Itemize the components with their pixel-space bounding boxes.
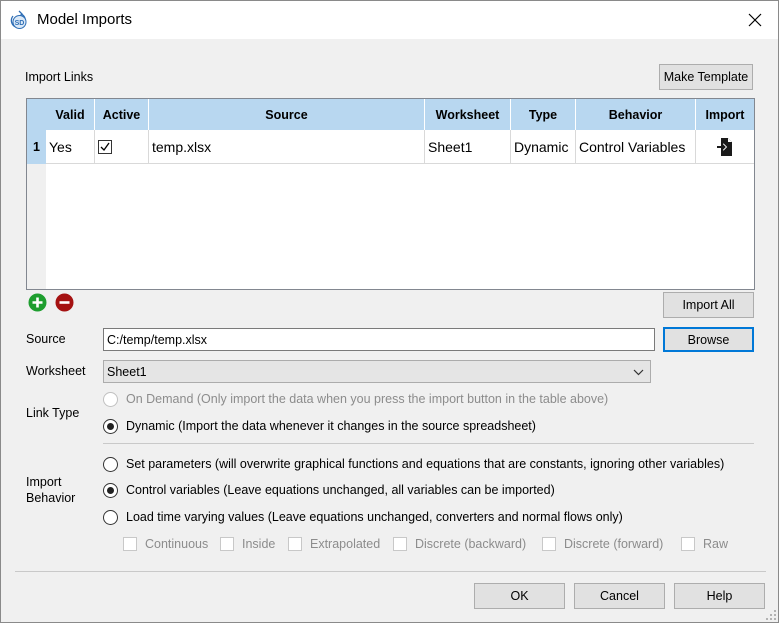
raw-label: Raw xyxy=(703,537,729,551)
extrapolated-checkbox[interactable] xyxy=(288,537,302,551)
column-header-type[interactable]: Type xyxy=(511,99,576,130)
footer-divider xyxy=(15,571,766,572)
cancel-button[interactable]: Cancel xyxy=(574,583,665,609)
source-label: Source xyxy=(26,332,66,346)
ok-button[interactable]: OK xyxy=(474,583,565,609)
help-button[interactable]: Help xyxy=(674,583,765,609)
cell-import[interactable] xyxy=(696,130,754,164)
window-title: Model Imports xyxy=(37,11,133,28)
make-template-button[interactable]: Make Template xyxy=(659,64,753,90)
column-header-behavior[interactable]: Behavior xyxy=(576,99,696,130)
cell-worksheet[interactable]: Sheet1 xyxy=(425,130,511,164)
section-divider xyxy=(103,443,754,444)
dynamic-label: Dynamic (Import the data whenever it cha… xyxy=(126,419,536,433)
add-icon[interactable] xyxy=(28,293,47,312)
import-links-table: Valid Active Source Worksheet Type Behav… xyxy=(26,98,755,290)
active-checkbox[interactable] xyxy=(98,140,112,154)
row-number[interactable]: 1 xyxy=(27,130,46,164)
discrete-forward-checkbox[interactable] xyxy=(542,537,556,551)
cell-valid[interactable]: Yes xyxy=(46,130,95,164)
column-header-source[interactable]: Source xyxy=(149,99,425,130)
app-icon: SD xyxy=(10,10,27,29)
table-row[interactable]: 1 Yes temp.xlsx Sheet1 Dynamic Control V… xyxy=(27,130,754,164)
column-header-active[interactable]: Active xyxy=(95,99,149,130)
svg-text:SD: SD xyxy=(15,20,25,27)
column-header-valid[interactable]: Valid xyxy=(46,99,95,130)
discrete-forward-label: Discrete (forward) xyxy=(564,537,664,551)
on-demand-radio[interactable] xyxy=(103,392,118,407)
dynamic-radio[interactable] xyxy=(103,419,118,434)
import-file-icon[interactable] xyxy=(715,137,735,157)
continuous-label: Continuous xyxy=(145,537,209,551)
inside-checkbox[interactable] xyxy=(220,537,234,551)
model-imports-dialog: SD Model Imports Import Links Make Templ… xyxy=(0,0,779,623)
close-icon[interactable] xyxy=(742,7,768,33)
extrapolated-label: Extrapolated xyxy=(310,537,381,551)
set-parameters-label: Set parameters (will overwrite graphical… xyxy=(126,457,725,471)
worksheet-select[interactable]: Sheet1 xyxy=(103,360,651,383)
resize-grip-icon[interactable] xyxy=(765,609,777,621)
column-header-worksheet[interactable]: Worksheet xyxy=(425,99,511,130)
load-time-varying-radio[interactable] xyxy=(103,510,118,525)
browse-button[interactable]: Browse xyxy=(663,327,754,352)
worksheet-select-value: Sheet1 xyxy=(107,364,147,379)
control-variables-label: Control variables (Leave equations uncha… xyxy=(126,483,555,497)
import-behavior-label-line1: Import xyxy=(26,475,62,489)
load-time-varying-label: Load time varying values (Leave equation… xyxy=(126,510,623,524)
worksheet-label: Worksheet xyxy=(26,364,86,378)
column-header-import[interactable]: Import xyxy=(696,99,754,130)
cell-type[interactable]: Dynamic xyxy=(511,130,576,164)
continuous-checkbox[interactable] xyxy=(123,537,137,551)
discrete-backward-checkbox[interactable] xyxy=(393,537,407,551)
set-parameters-radio[interactable] xyxy=(103,457,118,472)
control-variables-radio[interactable] xyxy=(103,483,118,498)
inside-label: Inside xyxy=(242,537,276,551)
cell-active[interactable] xyxy=(95,130,149,164)
import-behavior-label-line2: Behavior xyxy=(26,491,76,505)
chevron-down-icon xyxy=(633,369,644,376)
link-type-label: Link Type xyxy=(26,406,80,420)
import-links-label: Import Links xyxy=(25,70,94,84)
source-path-input[interactable]: C:/temp/temp.xlsx xyxy=(103,328,655,351)
on-demand-label: On Demand (Only import the data when you… xyxy=(126,392,609,406)
remove-icon[interactable] xyxy=(55,293,74,312)
discrete-backward-label: Discrete (backward) xyxy=(415,537,527,551)
cell-behavior[interactable]: Control Variables xyxy=(576,130,696,164)
table-header: Valid Active Source Worksheet Type Behav… xyxy=(27,99,754,130)
title-bar: SD Model Imports xyxy=(1,1,778,39)
raw-checkbox[interactable] xyxy=(681,537,695,551)
cell-source[interactable]: temp.xlsx xyxy=(149,130,425,164)
import-all-button[interactable]: Import All xyxy=(663,292,754,318)
